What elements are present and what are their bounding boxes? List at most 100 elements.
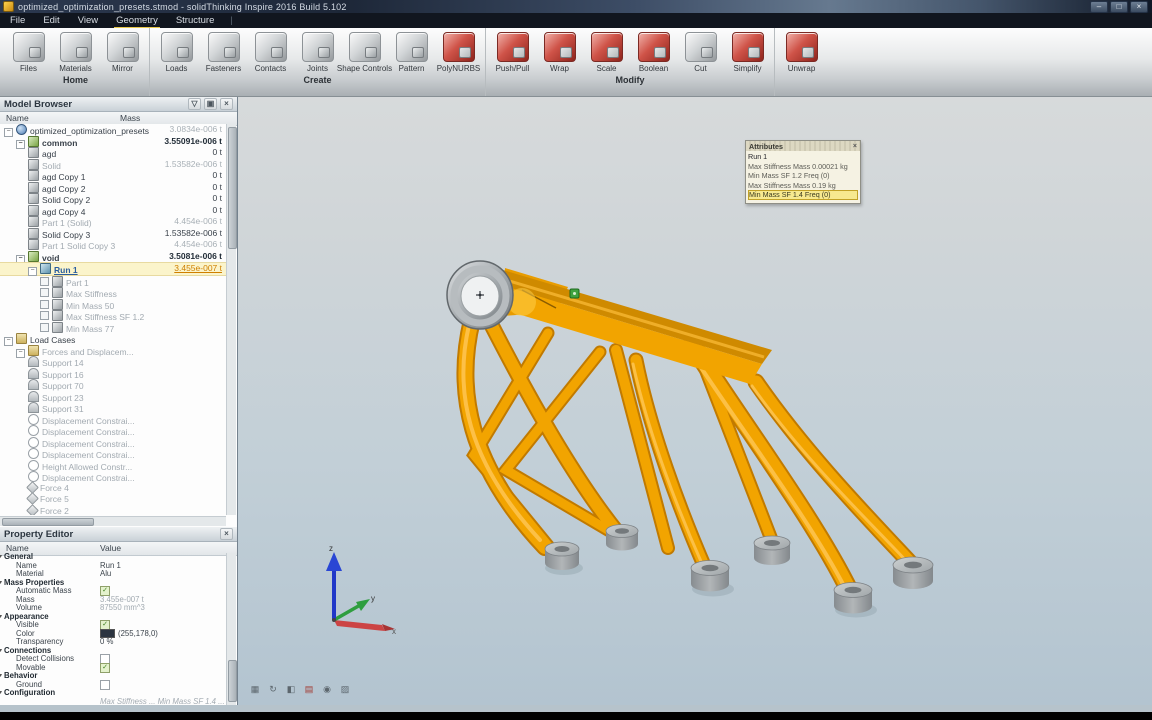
row-checkbox[interactable] xyxy=(40,311,49,320)
tree-row-optimized-optimization-presets[interactable]: −optimized_optimization_presets3.0834e-0… xyxy=(0,124,226,136)
tree-row-part-1-solid[interactable]: Part 1 (Solid)4.454e-006 t xyxy=(0,216,226,228)
tree-row-force-4[interactable]: Force 4 xyxy=(0,483,226,495)
tree-row-support-23[interactable]: Support 23 xyxy=(0,391,226,403)
row-checkbox[interactable] xyxy=(40,277,49,286)
tree-row-part-1-solid-copy-3[interactable]: Part 1 Solid Copy 34.454e-006 t xyxy=(0,239,226,251)
tree-row-label: Load Cases xyxy=(30,335,75,345)
section-expander-icon[interactable]: ▾ xyxy=(0,613,2,622)
ribbon-tool-fasteners[interactable]: Fasteners xyxy=(200,30,247,74)
ribbon-tool-materials[interactable]: Materials xyxy=(52,30,99,74)
property-row-configuration-value[interactable]: Max Stiffness ... Min Mass SF 1.4 ... xyxy=(0,698,226,706)
column-mass[interactable]: Mass xyxy=(120,113,140,123)
close-icon[interactable]: × xyxy=(853,143,857,150)
menu-item-geometry[interactable]: Geometry xyxy=(114,14,160,28)
ribbon-tool-shape-controls[interactable]: Shape Controls xyxy=(341,30,388,74)
ribbon-tool-wrap[interactable]: Wrap xyxy=(536,30,583,74)
scrollbar-thumb[interactable] xyxy=(228,127,237,249)
tree-row-height-allowed-constr[interactable]: Height Allowed Constr... xyxy=(0,460,226,472)
popup-run-item[interactable]: Run 1 xyxy=(748,152,858,162)
tree-row-part-1[interactable]: Part 1 xyxy=(0,276,226,288)
popup-run-item[interactable]: Max Stiffness Mass 0.00021 kg xyxy=(748,162,858,172)
menu-item-edit[interactable]: Edit xyxy=(41,14,61,27)
ribbon-tool-push-pull[interactable]: Push/Pull xyxy=(489,30,536,74)
column-name[interactable]: Name xyxy=(6,113,29,123)
ribbon-tool-joints[interactable]: Joints xyxy=(294,30,341,74)
section-expander-icon[interactable]: ▾ xyxy=(0,647,2,656)
tree-row-min-mass-50[interactable]: Min Mass 50 xyxy=(0,299,226,311)
model-tree-hscrollbar[interactable] xyxy=(0,516,226,526)
model-tree-scrollbar[interactable] xyxy=(226,124,236,515)
tree-row-support-70[interactable]: Support 70 xyxy=(0,379,226,391)
close-icon[interactable]: × xyxy=(220,528,233,540)
tree-row-support-31[interactable]: Support 31 xyxy=(0,402,226,414)
minimize-button[interactable]: – xyxy=(1090,1,1108,13)
tree-row-agd-copy-1[interactable]: agd Copy 10 t xyxy=(0,170,226,182)
section-expander-icon[interactable]: ▾ xyxy=(0,689,2,698)
tree-row-agd[interactable]: agd0 t xyxy=(0,147,226,159)
section-expander-icon[interactable]: ▾ xyxy=(0,672,2,681)
zoom-fit-icon[interactable]: ◉ xyxy=(320,683,334,696)
row-checkbox[interactable] xyxy=(40,323,49,332)
section-expander-icon[interactable]: ▾ xyxy=(0,553,2,562)
pin-icon[interactable]: ▣ xyxy=(204,98,217,110)
tree-row-forces-and-displacem[interactable]: −Forces and Displacem... xyxy=(0,345,226,357)
popup-title-bar[interactable]: Attributes × xyxy=(746,141,860,151)
tree-row-displacement-constrai[interactable]: Displacement Constrai... xyxy=(0,448,226,460)
popup-run-item[interactable]: Max Stiffness Mass 0.19 kg xyxy=(748,181,858,191)
ribbon-tool-pattern[interactable]: Pattern xyxy=(388,30,435,74)
tree-row-displacement-constrai[interactable]: Displacement Constrai... xyxy=(0,437,226,449)
tree-row-displacement-constrai[interactable]: Displacement Constrai... xyxy=(0,471,226,483)
ribbon-tool-cut[interactable]: Cut xyxy=(677,30,724,74)
row-checkbox[interactable] xyxy=(40,288,49,297)
tree-row-void[interactable]: −void3.5081e-006 t xyxy=(0,251,226,263)
ribbon-tool-files[interactable]: Files xyxy=(5,30,52,74)
ribbon-tool-unwrap[interactable]: Unwrap xyxy=(778,30,825,74)
scrollbar-thumb[interactable] xyxy=(2,518,94,526)
ribbon-tool-mirror[interactable]: Mirror xyxy=(99,30,146,74)
tree-row-support-14[interactable]: Support 14 xyxy=(0,356,226,368)
ribbon-tool-contacts[interactable]: Contacts xyxy=(247,30,294,74)
tree-row-run-1[interactable]: −Run 13.455e-007 t xyxy=(0,262,226,276)
tree-row-force-5[interactable]: Force 5 xyxy=(0,494,226,506)
legend-icon[interactable]: ▤ xyxy=(302,683,316,696)
ribbon-tool-boolean[interactable]: Boolean xyxy=(630,30,677,74)
tree-row-solid-copy-3[interactable]: Solid Copy 31.53582e-006 t xyxy=(0,228,226,240)
section-view-icon[interactable]: ◧ xyxy=(284,683,298,696)
rotate-view-icon[interactable]: ↻ xyxy=(266,683,280,696)
section-expander-icon[interactable]: ▾ xyxy=(0,579,2,588)
3d-viewport[interactable]: z y x Attributes × Run 1Max Stiffness Ma… xyxy=(238,97,1152,705)
tree-row-solid[interactable]: Solid1.53582e-006 t xyxy=(0,159,226,171)
column-name[interactable]: Name xyxy=(6,543,29,553)
tree-row-agd-copy-4[interactable]: agd Copy 40 t xyxy=(0,205,226,217)
tree-row-max-stiffness-sf-1-2[interactable]: Max Stiffness SF 1.2 xyxy=(0,310,226,322)
popup-run-item[interactable]: Min Mass SF 1.2 Freq (0) xyxy=(748,171,858,181)
tree-row-displacement-constrai[interactable]: Displacement Constrai... xyxy=(0,414,226,426)
tree-row-displacement-constrai[interactable]: Displacement Constrai... xyxy=(0,425,226,437)
ribbon-tool-loads[interactable]: Loads xyxy=(153,30,200,74)
tree-row-support-16[interactable]: Support 16 xyxy=(0,368,226,380)
menu-item-file[interactable]: File xyxy=(8,14,27,27)
property-scrollbar[interactable] xyxy=(226,553,236,705)
tree-row-solid-copy-2[interactable]: Solid Copy 20 t xyxy=(0,193,226,205)
close-icon[interactable]: × xyxy=(220,98,233,110)
close-button[interactable]: × xyxy=(1130,1,1148,13)
filter-icon[interactable]: ▽ xyxy=(188,98,201,110)
row-checkbox[interactable] xyxy=(40,300,49,309)
maximize-button[interactable]: □ xyxy=(1110,1,1128,13)
menu-item-structure[interactable]: Structure xyxy=(174,14,217,27)
view-cube-icon[interactable]: ▦ xyxy=(248,683,262,696)
column-value[interactable]: Value xyxy=(100,543,121,553)
tree-row-common[interactable]: −common3.55091e-006 t xyxy=(0,136,226,148)
scrollbar-thumb[interactable] xyxy=(228,660,237,702)
tree-row-load-cases[interactable]: −Load Cases xyxy=(0,333,226,345)
tree-row-max-stiffness[interactable]: Max Stiffness xyxy=(0,287,226,299)
tree-row-min-mass-77[interactable]: Min Mass 77 xyxy=(0,322,226,334)
menu-item-view[interactable]: View xyxy=(76,14,100,27)
ribbon-tool-scale[interactable]: Scale xyxy=(583,30,630,74)
ribbon-tool-simplify[interactable]: Simplify xyxy=(724,30,771,74)
tree-row-agd-copy-2[interactable]: agd Copy 20 t xyxy=(0,182,226,194)
popup-run-item[interactable]: Min Mass SF 1.4 Freq (0) xyxy=(748,190,858,200)
render-settings-icon[interactable]: ▨ xyxy=(338,683,352,696)
ribbon-tool-polynurbs[interactable]: PolyNURBS xyxy=(435,30,482,74)
tree-row-force-2[interactable]: Force 2 xyxy=(0,506,226,516)
